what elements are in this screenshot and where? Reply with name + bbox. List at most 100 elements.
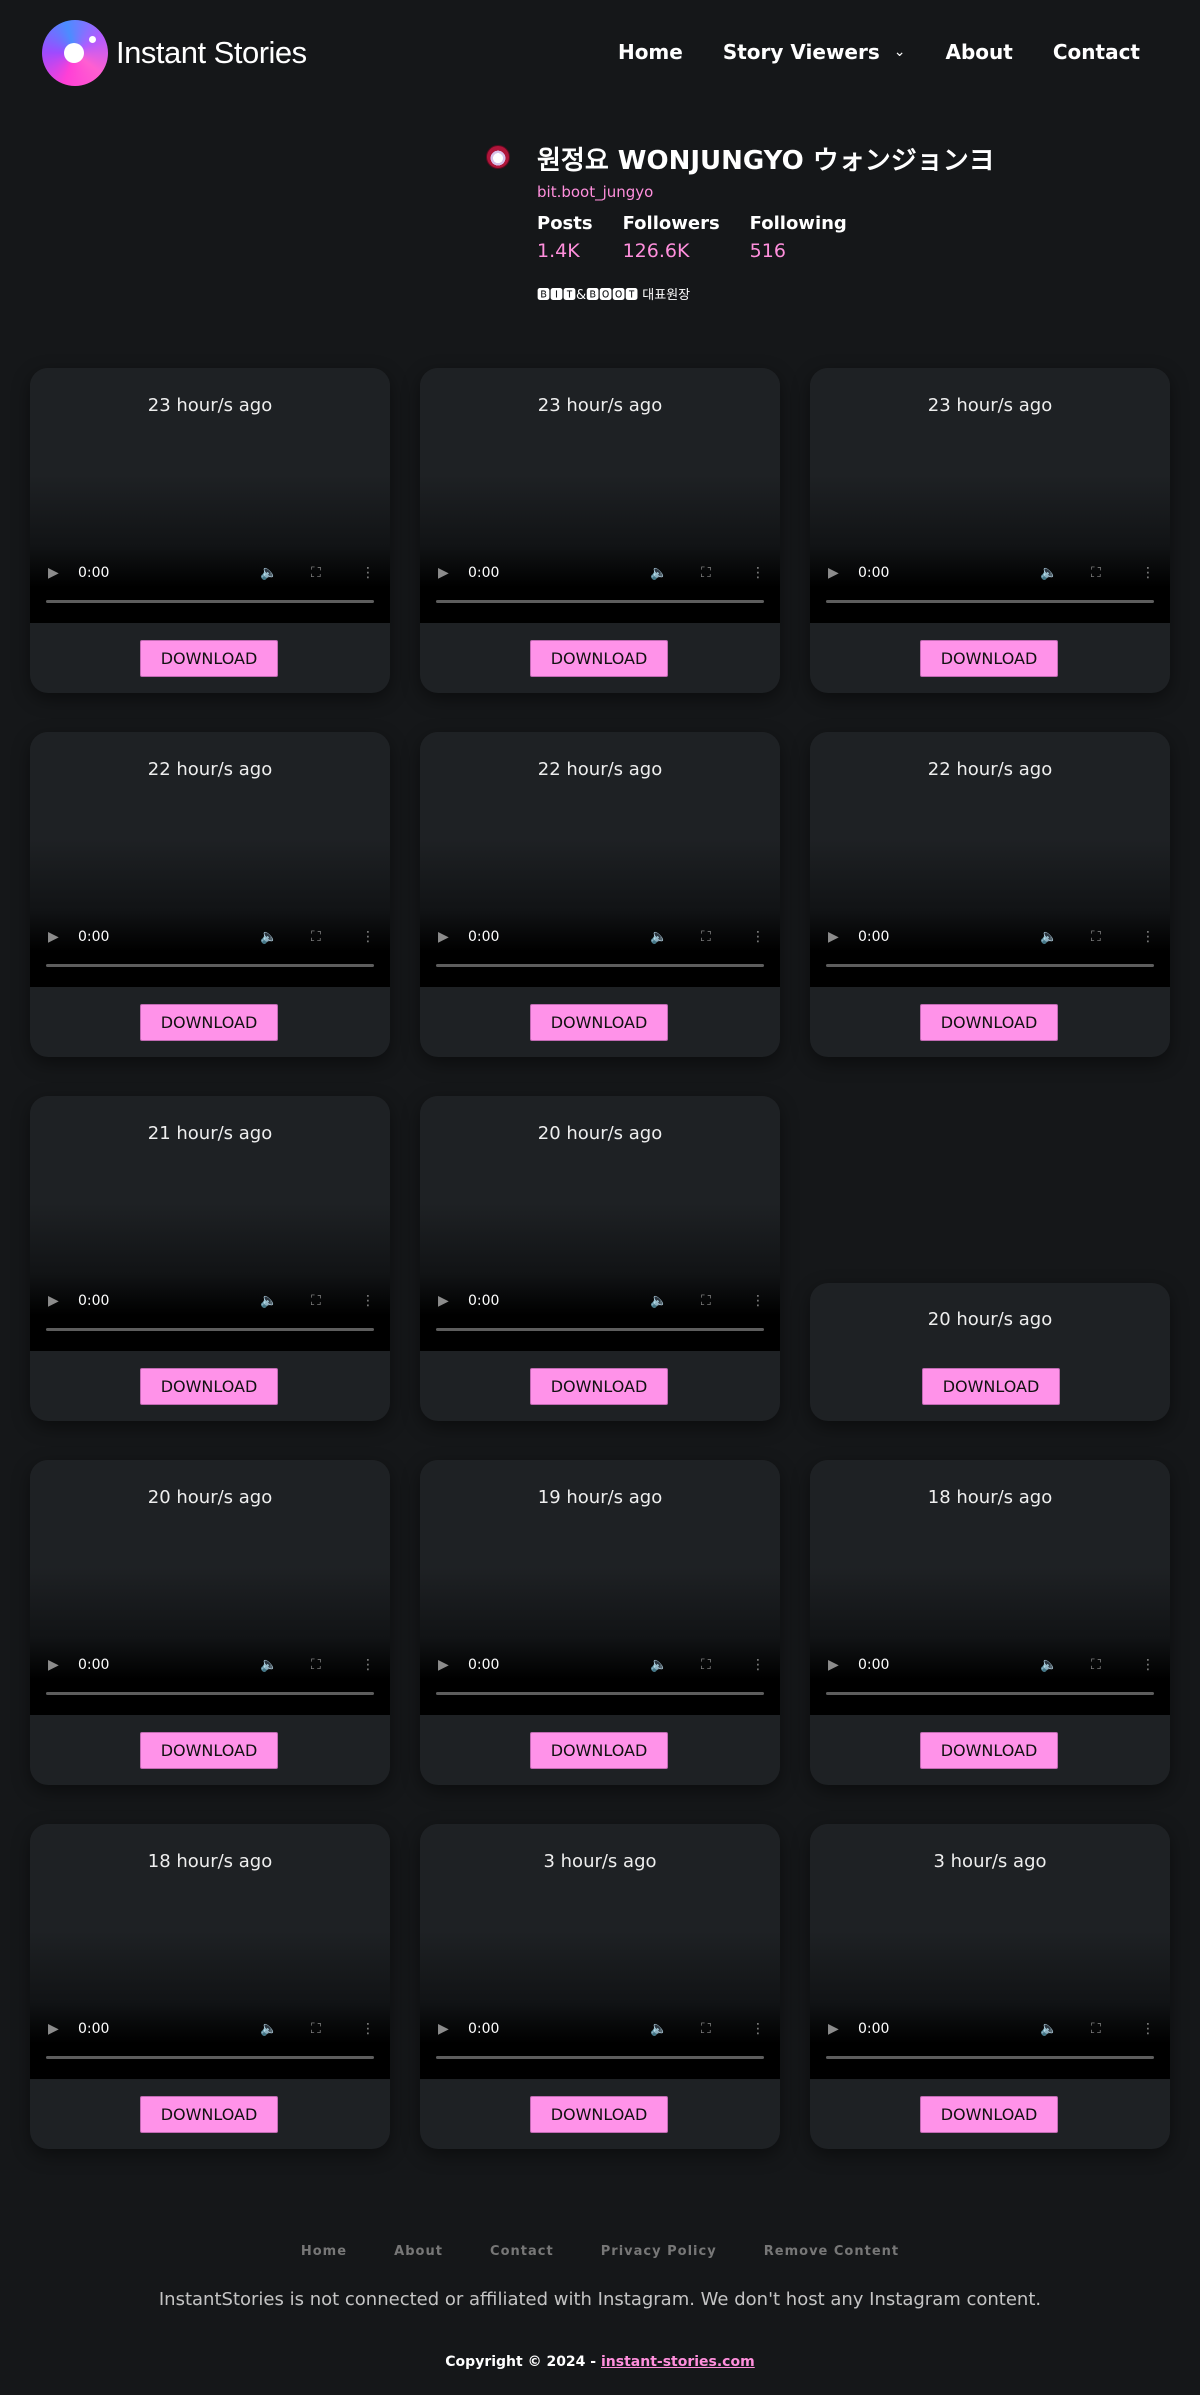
play-icon[interactable]: ▶ — [48, 558, 59, 588]
fullscreen-icon[interactable]: ⛶ — [1091, 1650, 1101, 1680]
video-progress-bar[interactable] — [46, 964, 374, 967]
volume-icon[interactable]: 🔈 — [650, 1650, 667, 1680]
footer-link-home[interactable]: Home — [301, 2244, 347, 2259]
more-options-icon[interactable]: ⋮ — [361, 558, 375, 588]
volume-icon[interactable]: 🔈 — [650, 558, 667, 588]
story-video[interactable]: 3 hour/s ago ▶ 0:00 🔈 ⛶ ⋮ — [420, 1824, 780, 2079]
volume-icon[interactable]: 🔈 — [650, 922, 667, 952]
download-button[interactable]: DOWNLOAD — [530, 2096, 668, 2133]
download-button[interactable]: DOWNLOAD — [920, 1732, 1058, 1769]
play-icon[interactable]: ▶ — [438, 1286, 449, 1316]
download-button[interactable]: DOWNLOAD — [530, 1004, 668, 1041]
video-progress-bar[interactable] — [46, 1692, 374, 1695]
video-progress-bar[interactable] — [826, 964, 1154, 967]
site-logo[interactable]: Instant Stories — [42, 20, 307, 86]
story-video[interactable]: 20 hour/s ago ▶ 0:00 🔈 ⛶ ⋮ — [30, 1460, 390, 1715]
more-options-icon[interactable]: ⋮ — [361, 1286, 375, 1316]
fullscreen-icon[interactable]: ⛶ — [311, 1286, 321, 1316]
nav-contact[interactable]: Contact — [1053, 40, 1140, 64]
story-video[interactable]: 22 hour/s ago ▶ 0:00 🔈 ⛶ ⋮ — [420, 732, 780, 987]
more-options-icon[interactable]: ⋮ — [751, 1286, 765, 1316]
play-icon[interactable]: ▶ — [438, 922, 449, 952]
more-options-icon[interactable]: ⋮ — [361, 2014, 375, 2044]
video-progress-bar[interactable] — [826, 600, 1154, 603]
download-button[interactable]: DOWNLOAD — [920, 1004, 1058, 1041]
download-button[interactable]: DOWNLOAD — [140, 640, 278, 677]
volume-icon[interactable]: 🔈 — [260, 1286, 277, 1316]
volume-icon[interactable]: 🔈 — [1040, 1650, 1057, 1680]
fullscreen-icon[interactable]: ⛶ — [701, 1650, 711, 1680]
video-progress-bar[interactable] — [436, 964, 764, 967]
play-icon[interactable]: ▶ — [828, 922, 839, 952]
more-options-icon[interactable]: ⋮ — [361, 922, 375, 952]
play-icon[interactable]: ▶ — [828, 2014, 839, 2044]
more-options-icon[interactable]: ⋮ — [1141, 1650, 1155, 1680]
volume-icon[interactable]: 🔈 — [650, 2014, 667, 2044]
download-button[interactable]: DOWNLOAD — [530, 1732, 668, 1769]
nav-home[interactable]: Home — [618, 40, 683, 64]
video-progress-bar[interactable] — [46, 1328, 374, 1331]
video-progress-bar[interactable] — [436, 1692, 764, 1695]
video-progress-bar[interactable] — [46, 600, 374, 603]
fullscreen-icon[interactable]: ⛶ — [311, 2014, 321, 2044]
video-progress-bar[interactable] — [46, 2056, 374, 2059]
play-icon[interactable]: ▶ — [48, 1286, 59, 1316]
download-button[interactable]: DOWNLOAD — [140, 1732, 278, 1769]
story-video[interactable]: 22 hour/s ago ▶ 0:00 🔈 ⛶ ⋮ — [30, 732, 390, 987]
fullscreen-icon[interactable]: ⛶ — [311, 558, 321, 588]
story-video[interactable]: 23 hour/s ago ▶ 0:00 🔈 ⛶ ⋮ — [30, 368, 390, 623]
more-options-icon[interactable]: ⋮ — [1141, 922, 1155, 952]
story-video[interactable]: 23 hour/s ago ▶ 0:00 🔈 ⛶ ⋮ — [420, 368, 780, 623]
volume-icon[interactable]: 🔈 — [260, 558, 277, 588]
download-button[interactable]: DOWNLOAD — [530, 640, 668, 677]
volume-icon[interactable]: 🔈 — [1040, 558, 1057, 588]
download-button[interactable]: DOWNLOAD — [140, 1368, 278, 1405]
download-button[interactable]: DOWNLOAD — [530, 1368, 668, 1405]
play-icon[interactable]: ▶ — [48, 2014, 59, 2044]
more-options-icon[interactable]: ⋮ — [361, 1650, 375, 1680]
volume-icon[interactable]: 🔈 — [260, 922, 277, 952]
more-options-icon[interactable]: ⋮ — [751, 2014, 765, 2044]
fullscreen-icon[interactable]: ⛶ — [311, 922, 321, 952]
fullscreen-icon[interactable]: ⛶ — [701, 558, 711, 588]
fullscreen-icon[interactable]: ⛶ — [311, 1650, 321, 1680]
download-button[interactable]: DOWNLOAD — [922, 1368, 1060, 1405]
story-video[interactable]: 3 hour/s ago ▶ 0:00 🔈 ⛶ ⋮ — [810, 1824, 1170, 2079]
story-video[interactable]: 23 hour/s ago ▶ 0:00 🔈 ⛶ ⋮ — [810, 368, 1170, 623]
video-progress-bar[interactable] — [826, 1692, 1154, 1695]
volume-icon[interactable]: 🔈 — [650, 1286, 667, 1316]
nav-about[interactable]: About — [946, 40, 1013, 64]
volume-icon[interactable]: 🔈 — [260, 1650, 277, 1680]
story-video[interactable]: 20 hour/s ago ▶ 0:00 🔈 ⛶ ⋮ — [420, 1096, 780, 1351]
play-icon[interactable]: ▶ — [438, 558, 449, 588]
volume-icon[interactable]: 🔈 — [260, 2014, 277, 2044]
footer-link-remove-content[interactable]: Remove Content — [764, 2244, 899, 2259]
download-button[interactable]: DOWNLOAD — [920, 2096, 1058, 2133]
play-icon[interactable]: ▶ — [48, 1650, 59, 1680]
volume-icon[interactable]: 🔈 — [1040, 922, 1057, 952]
play-icon[interactable]: ▶ — [48, 922, 59, 952]
fullscreen-icon[interactable]: ⛶ — [701, 1286, 711, 1316]
play-icon[interactable]: ▶ — [828, 558, 839, 588]
volume-icon[interactable]: 🔈 — [1040, 2014, 1057, 2044]
fullscreen-icon[interactable]: ⛶ — [1091, 2014, 1101, 2044]
footer-link-contact[interactable]: Contact — [490, 2244, 554, 2259]
play-icon[interactable]: ▶ — [438, 2014, 449, 2044]
video-progress-bar[interactable] — [436, 2056, 764, 2059]
story-video[interactable]: 21 hour/s ago ▶ 0:00 🔈 ⛶ ⋮ — [30, 1096, 390, 1351]
download-button[interactable]: DOWNLOAD — [140, 1004, 278, 1041]
more-options-icon[interactable]: ⋮ — [751, 1650, 765, 1680]
story-video[interactable]: 22 hour/s ago ▶ 0:00 🔈 ⛶ ⋮ — [810, 732, 1170, 987]
download-button[interactable]: DOWNLOAD — [140, 2096, 278, 2133]
story-video[interactable]: 19 hour/s ago ▶ 0:00 🔈 ⛶ ⋮ — [420, 1460, 780, 1715]
copyright-link[interactable]: instant-stories.com — [601, 2354, 755, 2370]
more-options-icon[interactable]: ⋮ — [1141, 558, 1155, 588]
video-progress-bar[interactable] — [436, 600, 764, 603]
story-video[interactable]: 18 hour/s ago ▶ 0:00 🔈 ⛶ ⋮ — [810, 1460, 1170, 1715]
fullscreen-icon[interactable]: ⛶ — [701, 922, 711, 952]
play-icon[interactable]: ▶ — [828, 1650, 839, 1680]
play-icon[interactable]: ▶ — [438, 1650, 449, 1680]
fullscreen-icon[interactable]: ⛶ — [1091, 558, 1101, 588]
more-options-icon[interactable]: ⋮ — [751, 922, 765, 952]
footer-link-about[interactable]: About — [394, 2244, 443, 2259]
